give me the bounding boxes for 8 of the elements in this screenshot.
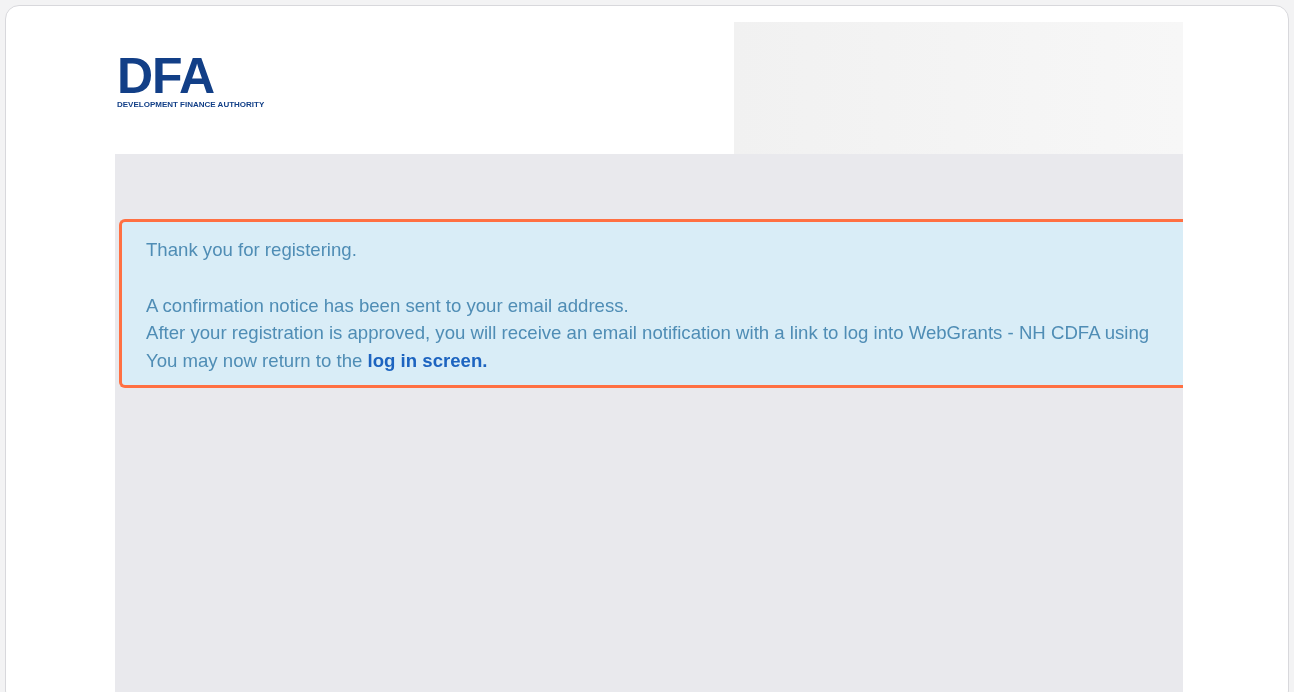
logo-tagline: DEVELOPMENT FINANCE AUTHORITY [117, 100, 266, 110]
alert-text: After your registration is approved, you will receive an email notification with a link to log into WebGrants - NH CDFA using [146, 321, 1150, 345]
logo-mark: DFA [117, 54, 214, 98]
login-link[interactable]: log in screen. [367, 349, 488, 371]
return-text: You may now return to the log in screen. [146, 348, 488, 373]
logo[interactable]: DFA DEVELOPMENT FINANCE AUTHORITY [117, 54, 267, 118]
alert-text: A confirmation notice has been sent to your email address. [146, 293, 629, 318]
alert-title: Thank you for registering. [146, 238, 357, 262]
